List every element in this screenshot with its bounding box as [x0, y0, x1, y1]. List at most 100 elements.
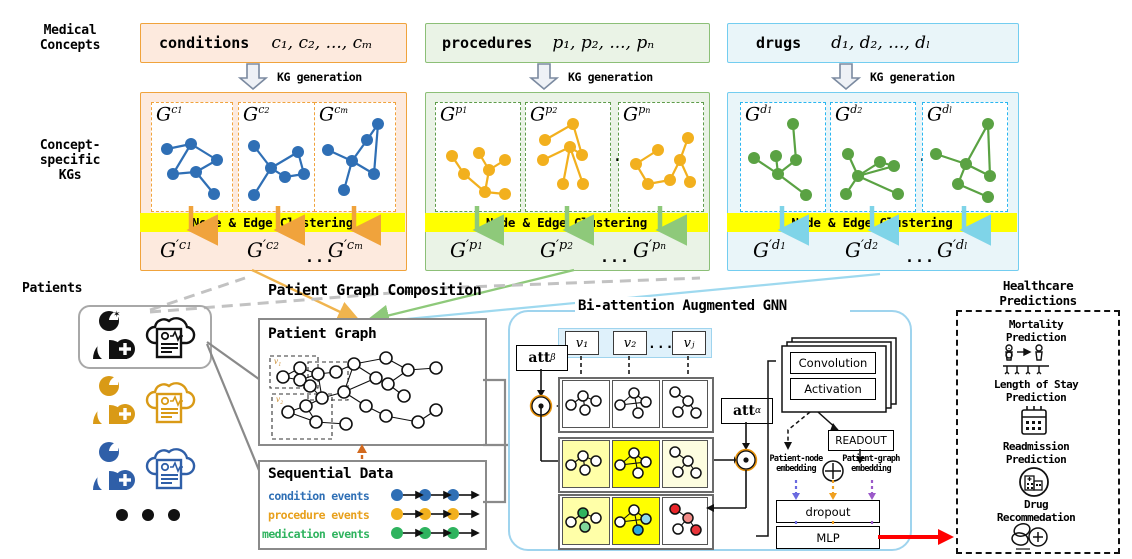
clustered-label-d1: G′d1 [753, 238, 786, 262]
concept-symbols-procedures: p₁, p₂, ..., pₙ [552, 33, 655, 53]
v-box-2[interactable]: v₂ [613, 331, 647, 355]
mlp-label: MLP [816, 530, 840, 545]
concept-symbols-drugs: d₁, d₂, ..., dₗ [831, 33, 931, 53]
kg-graph-dl [930, 118, 996, 203]
prediction-label-readmission: Readmission Prediction [962, 440, 1110, 466]
clustered-label-pn: G′pn [633, 238, 667, 262]
kg-generation-label-drugs: KG generation [870, 70, 955, 84]
calendar-icon [1021, 406, 1047, 435]
sequence-label-medication: medication events [262, 527, 370, 541]
medical-concepts-line2: Concepts [39, 38, 101, 53]
to-dropout-arrows [792, 480, 876, 500]
los-l2: Prediction [1005, 391, 1067, 404]
activation-box: Activation [790, 378, 876, 400]
concept-name-drugs: drugs [756, 34, 802, 52]
kg-graph-c2 [248, 140, 310, 201]
readm-l1: Readmission [1002, 440, 1070, 453]
att-beta-sub: β [550, 353, 556, 363]
concept-box-procedures: procedures p₁, p₂, ..., pₙ [425, 23, 710, 63]
label-medical-concepts: Medical Concepts [20, 18, 120, 58]
v-box-1[interactable]: v₁ [565, 331, 599, 355]
mortality-l1: Mortality [1008, 318, 1064, 331]
readm-l2: Prediction [1005, 453, 1067, 466]
kg-graph-d2 [840, 148, 904, 200]
clustered-label-c2: G′c2 [247, 238, 279, 262]
sequence-dots-condition [391, 489, 480, 501]
mortality-icon [1003, 344, 1049, 375]
dropout-box: dropout [776, 500, 880, 523]
composition-title: Patient Graph Composition [268, 281, 482, 299]
gnn-row-1-graphs [565, 386, 702, 419]
los-l1: Length of Stay [993, 378, 1079, 391]
concept-kgs-line3: KGs [58, 167, 82, 183]
sequence-label-procedure: procedure events [268, 508, 370, 522]
v-box-j-label: vⱼ [683, 335, 695, 351]
concept-box-drugs: drugs d₁, d₂, ..., dₗ [727, 23, 1019, 63]
conv-feedback-line [756, 360, 776, 537]
att-beta-box: att β [516, 345, 568, 371]
clustered-ellipsis-procedures: ... [600, 248, 631, 266]
readout-label: READOUT [835, 434, 887, 447]
dropout-label: dropout [805, 504, 851, 519]
convolution-box: Convolution [790, 352, 876, 374]
activation-label: Activation [804, 382, 862, 396]
mlp-box: MLP [776, 526, 880, 549]
concept-kgs-line1: Concept- [39, 137, 101, 153]
sequential-data-title: Sequential Data [268, 466, 393, 482]
kg-graph-d1 [748, 118, 812, 201]
readout-box: READOUT [828, 430, 894, 451]
sequence-label-condition: condition events [268, 489, 370, 503]
gnn-row-3-graphs [565, 503, 702, 536]
kg-graph-p2 [537, 118, 589, 190]
conv-stack-shadow [781, 337, 897, 413]
medical-concepts-line1: Medical [43, 23, 97, 38]
prediction-label-mortality: Mortality Prediction [962, 318, 1110, 344]
gnn-title: Bi-attention Augmented GNN [578, 298, 787, 314]
svg-text:✶: ✶ [113, 309, 121, 319]
sequence-dots-medication [391, 527, 480, 539]
patient-graph-title: Patient Graph [268, 326, 377, 342]
v-box-j[interactable]: vⱼ [672, 331, 706, 355]
patient-graph-svg: v₁ v𝑗 v₂ [269, 351, 443, 440]
label-concept-kgs: Concept- specific KGs [20, 130, 120, 190]
gnn-row-2-graphs [565, 446, 702, 479]
concept-symbols-conditions: c₁, c₂, ..., cₘ [271, 33, 373, 53]
patient-graph-embedding-label: Patient-graph embedding [838, 454, 904, 474]
drug-l1: Drug [1023, 498, 1049, 511]
v-box-ellipsis: ... [648, 337, 675, 352]
v-box-2-label: v₂ [623, 335, 637, 351]
predictions-title: Healthcare Predictions [968, 278, 1108, 308]
clustered-ellipsis-drugs: ... [905, 248, 936, 266]
mlp-to-predictions-arrow [878, 529, 954, 545]
kg-graph-pn [630, 132, 696, 190]
att-beta-label: att [528, 350, 551, 366]
svg-text:v₂: v₂ [276, 394, 283, 404]
patient-icon-1[interactable]: ✶ [85, 307, 205, 365]
hospital-icon [1019, 467, 1049, 497]
clustered-label-d2: G′d2 [845, 238, 878, 262]
convolution-label: Convolution [798, 356, 868, 370]
patient-icon-2[interactable] [85, 372, 205, 428]
patients-ellipsis-icon [116, 509, 180, 521]
clustered-label-p2: G′p2 [540, 238, 573, 262]
clustered-label-c1: G′c1 [160, 238, 192, 262]
kg-graph-cm [322, 118, 384, 196]
mortality-l2: Prediction [1005, 331, 1067, 344]
clustered-label-cm: G′cm [328, 238, 363, 262]
sequence-dots-procedure [391, 508, 480, 520]
predictions-title-l2: Predictions [999, 293, 1077, 308]
patient-icon-3[interactable] [85, 438, 205, 494]
prediction-label-length-of-stay: Length of Stay Prediction [962, 378, 1110, 404]
pills-icon [1011, 523, 1048, 550]
pg-emb-l1: Patient-graph [842, 454, 900, 464]
kg-graph-c1 [161, 138, 223, 200]
svg-text:v₁: v₁ [274, 356, 281, 366]
v-box-connectors [580, 356, 689, 374]
clustered-label-p1: G′p1 [450, 238, 483, 262]
concept-name-conditions: conditions [159, 34, 250, 52]
concept-kgs-line2: specific [39, 152, 101, 168]
kg-graph-p1 [446, 147, 511, 200]
clustered-label-dl: G′dl [937, 238, 968, 262]
pg-emb-l2: embedding [851, 464, 891, 474]
concept-name-procedures: procedures [442, 34, 533, 52]
